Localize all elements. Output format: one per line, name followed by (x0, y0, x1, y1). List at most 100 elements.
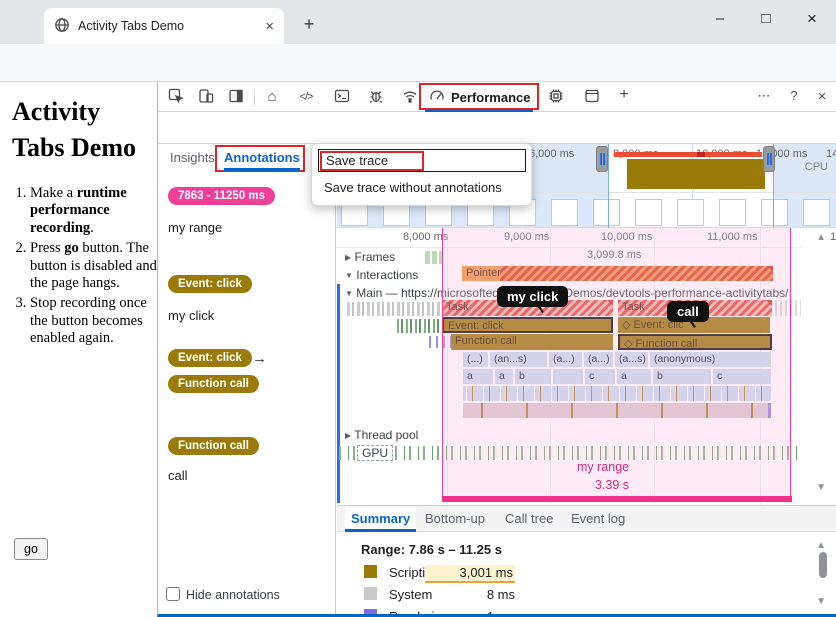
performance-toolbar: ◉ ↻ ⊘ ⌂ microsoftedge.github.io ... ▼ ✓ … (158, 112, 836, 144)
navigation-bar: ← ↻ https://microsoftedge.github.io/Demo… (0, 44, 836, 82)
screenshot-thumbnail (803, 199, 830, 226)
browser-tab[interactable]: Activity Tabs Demo × (44, 8, 284, 44)
ruler-tick: 10,000 ms (601, 231, 652, 243)
performance-gauge-icon (429, 88, 445, 107)
title-bar: Activity Tabs Demo × + – □ × (0, 0, 836, 44)
devtools-help-icon[interactable]: ? (784, 88, 804, 108)
device-emulation-icon[interactable] (196, 88, 216, 108)
application-icon[interactable] (582, 88, 602, 108)
annotation-link-badge-from[interactable]: Event: click (168, 349, 252, 367)
tab-annotations[interactable]: Annotations (224, 150, 300, 171)
list-item: Make a runtime performance recording. (30, 185, 157, 238)
dock-side-icon[interactable] (226, 88, 246, 108)
function-call-bar[interactable]: Function call (451, 334, 613, 350)
stack-frame[interactable]: (a...) (549, 352, 582, 367)
tab-title: Activity Tabs Demo (78, 19, 257, 33)
annotation-label[interactable]: call (168, 468, 188, 483)
welcome-home-icon[interactable]: ⌂ (262, 88, 282, 108)
stack-frame[interactable]: a (495, 369, 513, 384)
inspect-icon[interactable] (166, 88, 186, 108)
scroll-down-icon[interactable]: ▼ (816, 482, 826, 493)
range-annotation-label[interactable]: my range (577, 460, 629, 474)
tab-insights[interactable]: Insights (170, 150, 215, 165)
stack-frame[interactable]: (anonymous) (650, 352, 771, 367)
track-frames[interactable]: ▶ Frames (345, 250, 395, 264)
summary-scrollbar-thumb[interactable] (819, 552, 827, 578)
screenshot-thumbnail (677, 199, 704, 226)
bug-icon[interactable] (366, 88, 386, 108)
function-call-bar-annotated[interactable]: ◇ Function call (618, 334, 772, 350)
pointer-label: Pointer (466, 267, 501, 279)
annotation-label[interactable]: my range (168, 220, 222, 235)
range-annotation-duration: 3.39 s (595, 478, 629, 492)
devtools-panel: ⌂ </> Performance + ⋯ ? × ◉ ↻ ⊘ (157, 82, 836, 617)
summary-scroll-up-icon[interactable]: ▲ (816, 540, 826, 551)
track-gpu[interactable]: GPU (357, 445, 393, 461)
stack-frame[interactable]: b (653, 369, 711, 384)
page-title: Activity Tabs Demo (0, 82, 157, 167)
window-close-button[interactable]: × (790, 2, 834, 36)
menu-item-save-trace-plain[interactable]: Save trace without annotations (324, 180, 502, 195)
go-button[interactable]: go (14, 538, 48, 560)
tab-performance[interactable]: Performance (421, 83, 538, 111)
annotation-link-badge-to[interactable]: Function call (168, 375, 259, 393)
tab-event-log[interactable]: Event log (565, 506, 631, 532)
stack-frame[interactable]: c (713, 369, 771, 384)
stack-frame[interactable]: (a...s) (615, 352, 648, 367)
performance-tab-label: Performance (451, 90, 530, 105)
annotation-range-badge[interactable]: 7863 - 11250 ms (168, 187, 275, 205)
annotation-event-badge[interactable]: Event: click (168, 275, 252, 293)
stack-frame[interactable]: c (585, 369, 615, 384)
hide-annotations-checkbox[interactable] (166, 587, 180, 604)
sources-code-icon[interactable]: </> (296, 91, 316, 111)
long-task-indicator (614, 152, 762, 157)
collapsed-icon: ▶ (345, 253, 351, 262)
callout-save-trace: Save trace (320, 151, 424, 171)
new-tab-button[interactable]: + (296, 12, 322, 38)
stack-frame[interactable]: a (617, 369, 651, 384)
stack-frame[interactable]: (...) (463, 352, 488, 367)
network-wifi-icon[interactable] (400, 88, 420, 108)
track-interactions[interactable]: ▼ Interactions (345, 268, 418, 282)
summary-scroll-down-icon[interactable]: ▼ (816, 596, 826, 607)
scroll-up-icon[interactable]: ▲ (816, 232, 826, 243)
annotations-sidebar: Insights Annotations 7863 - 11250 ms my … (158, 144, 336, 614)
track-thread-pool[interactable]: ▶ Thread pool (345, 428, 418, 442)
stack-activity-row (463, 386, 771, 401)
tab-close-icon[interactable]: × (265, 18, 274, 35)
more-tools-plus-icon[interactable]: + (614, 86, 634, 106)
stack-frame[interactable] (553, 369, 583, 384)
event-click-bar-annotated[interactable]: Event: click (442, 317, 613, 333)
tab-bottom-up[interactable]: Bottom-up (419, 506, 491, 532)
legend-value: 3,001 ms (425, 565, 515, 583)
tab-summary[interactable]: Summary (345, 506, 416, 532)
devtools-close-icon[interactable]: × (812, 88, 832, 108)
stack-frame[interactable]: (an...s) (490, 352, 547, 367)
stack-frame[interactable]: a (463, 369, 493, 384)
maximize-button[interactable]: □ (744, 2, 788, 36)
console-icon[interactable] (332, 88, 352, 108)
selection-handle-right[interactable] (763, 146, 775, 172)
memory-chip-icon[interactable] (546, 88, 566, 108)
devtools-menu-icon[interactable]: ⋯ (754, 88, 774, 108)
tab-call-tree[interactable]: Call tree (499, 506, 559, 532)
range-annotation-bar[interactable] (442, 496, 792, 502)
list-item: Stop recording once the button becomes e… (30, 295, 157, 348)
stack-frame[interactable]: b (515, 369, 551, 384)
stack-frame[interactable]: (a...) (584, 352, 613, 367)
performance-timeline: 6,000 ms 8,000 ms 10,000 ms 12,000 ms 14… (337, 144, 836, 614)
menu-item-save-trace[interactable]: Save trace (318, 149, 526, 172)
pointer-interaction-bar[interactable]: Pointer (462, 266, 773, 281)
timer-activity-row (463, 403, 771, 418)
screenshot-thumbnail (761, 199, 788, 226)
annotation-label[interactable]: my click (168, 308, 214, 323)
arrow-right-icon: → (252, 350, 267, 367)
hide-annotations-label: Hide annotations (186, 588, 280, 602)
overview-tick: 14 (826, 148, 836, 160)
minimize-button[interactable]: – (698, 2, 742, 36)
scripting-swatch (364, 565, 377, 578)
flame-chart[interactable]: 8,000 ms 9,000 ms 10,000 ms 11,000 ms 1 … (337, 228, 836, 505)
selection-handle-left[interactable] (596, 146, 608, 172)
ruler-tick: 1 (830, 231, 836, 243)
annotation-function-badge[interactable]: Function call (168, 437, 259, 455)
